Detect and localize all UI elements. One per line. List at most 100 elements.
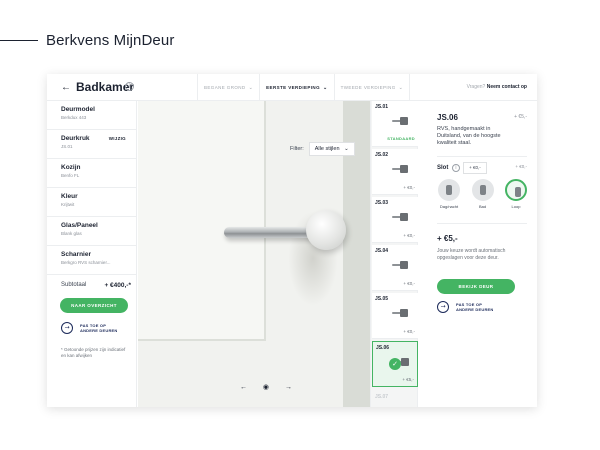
brand-title: Berkvens MijnDeur — [46, 31, 175, 49]
option-code: JS.05 — [375, 296, 389, 302]
apply-other-doors-label: PAS TOE OP ANDERE DEUREN — [456, 302, 494, 312]
lock-option-label: Bad — [478, 204, 487, 209]
detail-price: + €5,- — [514, 114, 527, 120]
sidebar-item-glas-paneel[interactable]: Glas/Paneel Blank glas — [47, 217, 136, 246]
option-code: JS.01 — [375, 104, 389, 110]
edit-link[interactable]: WIJZIG — [109, 136, 126, 141]
arrow-right-circle-icon: → — [61, 322, 73, 334]
sidebar-item-scharnier[interactable]: Scharnier Berkgro RVS scharnier... — [47, 246, 136, 275]
apply-other-doors-button[interactable]: → PAS TOE OP ANDERE DEUREN — [61, 322, 122, 334]
lock-option-label: Loop — [511, 204, 521, 209]
handle-rose — [306, 210, 346, 250]
handle-thumbnail — [392, 117, 408, 125]
sidebar-item-value: Benfo FL — [61, 173, 80, 178]
chevron-down-icon: ⌄ — [248, 84, 254, 91]
filter-value: Alle stijlen — [314, 146, 340, 152]
sidebar-item-value: Blank glas — [61, 231, 82, 236]
filter-select[interactable]: Alle stijlen ⌄ — [308, 142, 355, 156]
handle-option-js03[interactable]: JS.03 + €0,- — [372, 197, 418, 243]
check-icon: ✓ — [389, 358, 401, 370]
subtotal-value: + €400,-* — [104, 282, 131, 289]
price-footnote: * Getoonde prijzen zijn indicatief en ka… — [61, 347, 126, 358]
lock-price-chip: + €0,- — [463, 162, 487, 174]
configurator-window: ← Badkamer i BEGANE GROND ⌄ EERSTE VERDIE… — [47, 74, 537, 407]
lock-thumbnail — [505, 179, 527, 201]
lock-option-dag-nacht[interactable]: Dag/nacht — [435, 179, 463, 209]
contact-link[interactable]: Neem contact op — [487, 84, 527, 90]
handle-option-js06[interactable]: JS.06 ✓ + €5,- — [372, 341, 418, 387]
handle-option-js01[interactable]: JS.01 STANDAARD — [372, 101, 418, 147]
help-question: Vragen? — [466, 84, 486, 90]
lock-thumbnail — [471, 179, 494, 201]
option-price: + €0,- — [403, 329, 415, 334]
lock-option-bad[interactable]: Bad — [469, 179, 497, 209]
standard-badge: STANDAARD — [387, 136, 415, 141]
sidebar-item-deurmodel[interactable]: Deurmodel Berkdux 443 — [47, 101, 136, 130]
arrow-right-icon[interactable]: → — [285, 384, 292, 391]
lock-label: Slot — [437, 165, 449, 171]
door-preview: Filter: Alle stijlen ⌄ ← ◉ → — [138, 101, 370, 407]
handle-thumbnail — [392, 165, 408, 173]
sidebar-item-kozijn[interactable]: Kozijn Benfo FL — [47, 159, 136, 188]
divider — [437, 223, 527, 224]
eye-icon[interactable]: ◉ — [263, 383, 269, 391]
handle-option-js05[interactable]: JS.05 + €0,- — [372, 293, 418, 339]
sidebar-item-label: Scharnier — [61, 251, 91, 258]
option-code-faded[interactable]: JS.07 — [375, 394, 388, 400]
sidebar-item-label: Deurmodel — [61, 106, 95, 113]
sidebar-item-value: JS.01 — [61, 144, 73, 149]
style-filter: Filter: Alle stijlen ⌄ — [290, 142, 355, 156]
back-arrow-icon[interactable]: ← — [61, 82, 71, 93]
handle-options-strip: JS.01 STANDAARD JS.02 + €0,- JS.03 + €0,… — [370, 101, 418, 407]
detail-description: RVS, handgemaakt in Duitsland, van de ho… — [437, 126, 501, 146]
chevron-down-icon: ⌄ — [398, 84, 404, 91]
handle-thumbnail — [392, 261, 408, 269]
filter-label: Filter: — [290, 146, 304, 152]
brand-line — [0, 39, 38, 41]
subtotal-label: Subtotaal — [61, 282, 87, 288]
help-row: Vragen? Neem contact op — [467, 84, 527, 90]
apply-other-doors-button[interactable]: → PAS TOE OP ANDERE DEUREN — [437, 301, 498, 313]
apply-other-doors-label: PAS TOE OP ANDERE DEUREN — [80, 323, 118, 333]
info-icon[interactable]: i — [452, 164, 460, 172]
door-glass-inset — [138, 101, 266, 341]
lock-option-loop[interactable]: Loop — [502, 179, 530, 209]
subtotal-row: Subtotaal + €400,-* — [61, 282, 131, 289]
option-price: + €0,- — [403, 281, 415, 286]
handle-thumbnail — [392, 309, 408, 317]
sidebar-item-label: Glas/Paneel — [61, 222, 98, 229]
floor-tabs: BEGANE GROND ⌄ EERSTE VERDIEPING ⌄ TWEEDE … — [197, 74, 411, 101]
option-price: + €5,- — [402, 377, 414, 382]
handle-thumbnail — [392, 213, 408, 221]
sidebar-item-deurkruk[interactable]: Deurkruk JS.01 WIJZIG — [47, 130, 136, 159]
handle-option-js02[interactable]: JS.02 + €0,- — [372, 149, 418, 195]
lock-thumbnail — [438, 179, 460, 201]
option-price: + €0,- — [403, 185, 415, 190]
sidebar-item-kleur[interactable]: Kleur Krijtwit — [47, 188, 136, 217]
handle-option-js04[interactable]: JS.04 + €0,- — [372, 245, 418, 291]
top-bar: ← Badkamer i BEGANE GROND ⌄ EERSTE VERDIE… — [47, 74, 537, 101]
overview-button[interactable]: NAAR OVERZICHT — [60, 298, 128, 313]
sidebar-item-label: Kleur — [61, 193, 78, 200]
chevron-down-icon: ⌄ — [344, 146, 349, 152]
autosave-note: Jouw keuze wordt automatisch opgeslagen … — [437, 248, 506, 261]
lock-options: Dag/nacht Bad Loop — [435, 179, 530, 209]
option-code: JS.02 — [375, 152, 389, 158]
chevron-down-icon: ⌄ — [322, 84, 328, 91]
info-icon[interactable]: i — [125, 82, 134, 91]
configuration-sidebar: Deurmodel Berkdux 443 Deurkruk JS.01 WIJ… — [47, 101, 137, 407]
tab-begane-grond[interactable]: BEGANE GROND ⌄ — [197, 74, 259, 101]
view-door-button[interactable]: BEKIJK DEUR — [437, 279, 515, 294]
tab-eerste-verdieping[interactable]: EERSTE VERDIEPING ⌄ — [259, 74, 333, 101]
handle-detail-panel: JS.06 + €5,- RVS, handgemaakt in Duitsla… — [418, 101, 537, 407]
tab-tweede-verdieping[interactable]: TWEEDE VERDIEPING ⌄ — [333, 74, 411, 101]
arrow-right-circle-icon: → — [437, 301, 449, 313]
arrow-left-icon[interactable]: ← — [240, 384, 247, 391]
brand-header: Berkvens MijnDeur — [0, 30, 174, 50]
option-code: JS.06 — [376, 345, 390, 351]
total-price: + €5,- — [437, 234, 458, 243]
option-price: + €0,- — [403, 233, 415, 238]
detail-code: JS.06 — [437, 113, 458, 122]
option-code: JS.03 — [375, 200, 389, 206]
sidebar-item-value: Berkgro RVS scharnier... — [61, 260, 111, 265]
